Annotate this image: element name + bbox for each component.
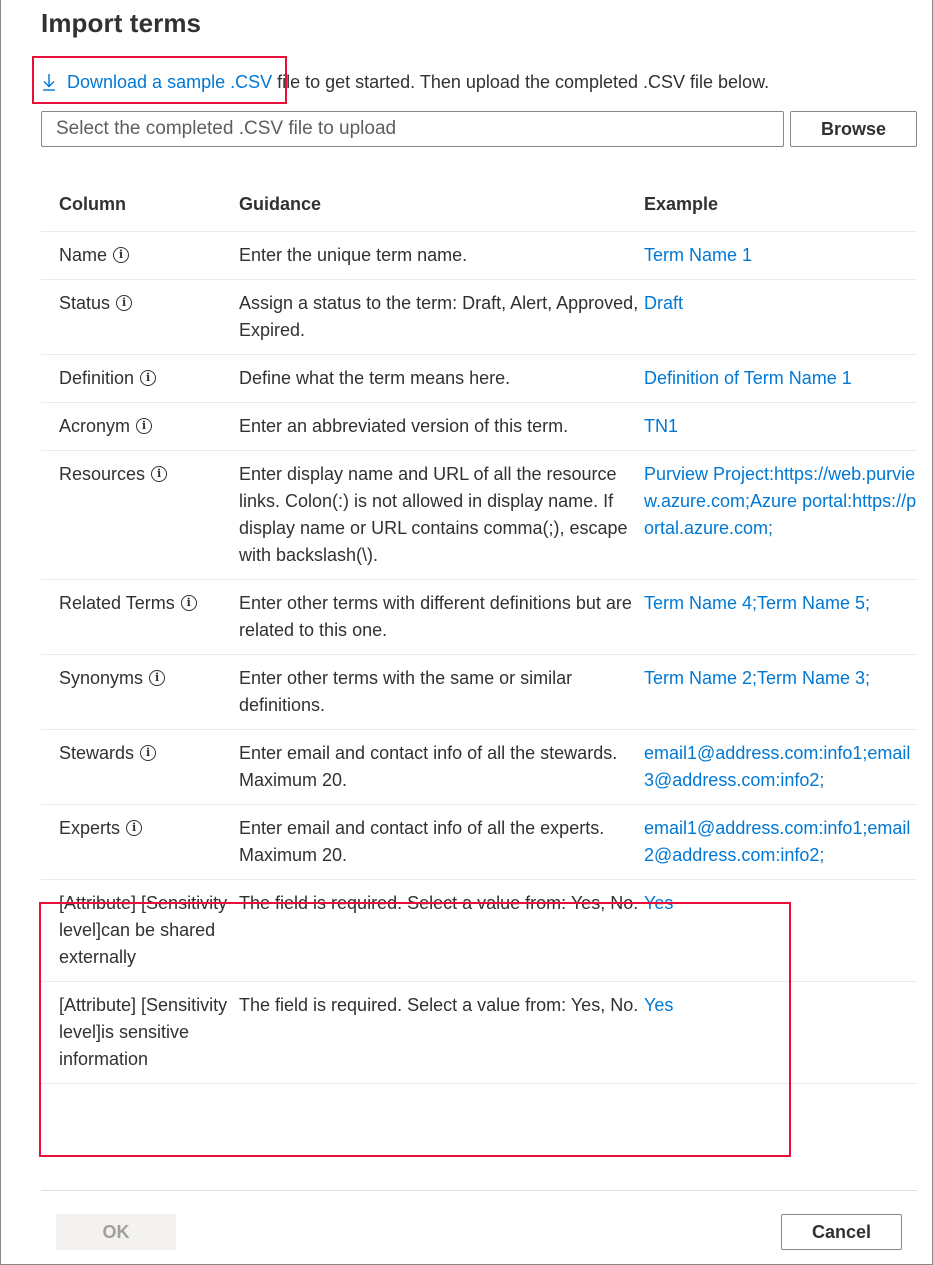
info-circle-icon[interactable]: i: [140, 370, 157, 386]
table-row: Synonyms i Enter other terms with the same…: [41, 655, 917, 730]
column-name: Related Terms: [59, 593, 175, 613]
column-name: Status: [59, 293, 111, 313]
dialog-title: Import terms: [41, 8, 202, 38]
csv-file-input[interactable]: Select the completed .CSV file to upload: [41, 111, 784, 147]
csv-file-placeholder: Select the completed .CSV file to upload: [56, 118, 397, 139]
info-circle-icon[interactable]: i: [113, 247, 130, 263]
header-example: Example: [644, 194, 719, 214]
row-column-cell: Experts i: [41, 805, 239, 879]
row-example: Term Name 1: [644, 245, 753, 265]
footer-divider: [41, 1190, 917, 1191]
row-column-cell: Status i: [41, 280, 239, 354]
table-row: Status i Assign a status to the term: Draf…: [41, 280, 917, 355]
column-name: Resources: [59, 464, 146, 484]
attributes-highlight-box: [39, 902, 791, 1157]
row-column-cell: Name i: [41, 232, 239, 279]
row-column-cell: Definition i: [41, 355, 239, 402]
info-circle-icon[interactable]: i: [151, 466, 168, 482]
row-column-cell: Acronym i: [41, 403, 239, 450]
row-guidance: Enter display name and URL of all the re…: [239, 464, 628, 565]
table-row: Related Terms i Enter other terms with dif…: [41, 580, 917, 655]
column-name: Stewards: [59, 743, 135, 763]
row-guidance: Assign a status to the term: Draft, Aler…: [239, 293, 639, 340]
download-highlight-box: [32, 56, 287, 104]
table-row: Definition i Define what the term means he…: [41, 355, 917, 403]
column-name: Acronym: [59, 416, 131, 436]
info-circle-icon[interactable]: i: [136, 418, 153, 434]
row-example: email1@address.com:info1;email3@address.…: [644, 743, 911, 790]
row-guidance: Enter an abbreviated version of this ter…: [239, 416, 569, 436]
column-name: Definition: [59, 368, 135, 388]
info-circle-icon[interactable]: i: [140, 745, 157, 761]
row-column-cell: Stewards i: [41, 730, 239, 804]
table-row: Name i Enter the unique term name. Term Nam…: [41, 232, 917, 280]
row-column-cell: Related Terms i: [41, 580, 239, 654]
row-column-cell: Synonyms i: [41, 655, 239, 729]
table-header: Column Guidance Example: [41, 178, 917, 232]
column-name: Synonyms: [59, 668, 144, 688]
table-row: Stewards i Enter email and contact info of…: [41, 730, 917, 805]
row-guidance: Enter email and contact info of all the …: [239, 743, 618, 790]
info-circle-icon[interactable]: i: [180, 595, 197, 611]
row-guidance: Define what the term means here.: [239, 368, 511, 388]
row-example: Term Name 2;Term Name 3;: [644, 668, 871, 688]
column-name: Experts: [59, 818, 121, 838]
table-row: Acronym i Enter an abbreviated version of …: [41, 403, 917, 451]
row-guidance: Enter other terms with different definit…: [239, 593, 632, 640]
table-row: Experts i Enter email and contact info of …: [41, 805, 917, 880]
cancel-button[interactable]: Cancel: [781, 1214, 902, 1250]
info-circle-icon[interactable]: i: [126, 820, 143, 836]
row-guidance: Enter other terms with the same or simil…: [239, 668, 573, 715]
row-example: email1@address.com:info1;email2@address.…: [644, 818, 911, 865]
info-circle-icon[interactable]: i: [149, 670, 166, 686]
table-row: Resources i Enter display name and URL of …: [41, 451, 917, 580]
info-circle-icon[interactable]: i: [116, 295, 133, 311]
column-name: Name: [59, 245, 108, 265]
row-guidance: Enter email and contact info of all the …: [239, 818, 605, 865]
header-column: Column: [59, 194, 126, 214]
header-guidance: Guidance: [239, 194, 322, 214]
row-example: Purview Project:https://web.purview.azur…: [644, 464, 917, 538]
browse-button[interactable]: Browse: [790, 111, 917, 147]
row-example: Definition of Term Name 1: [644, 368, 852, 388]
row-column-cell: Resources i: [41, 451, 239, 579]
row-example: TN1: [644, 416, 679, 436]
row-example: Draft: [644, 293, 684, 313]
ok-button[interactable]: OK: [56, 1214, 176, 1250]
row-guidance: Enter the unique term name.: [239, 245, 468, 265]
download-suffix-text: file to get started. Then upload the com…: [272, 72, 770, 92]
row-example: Term Name 4;Term Name 5;: [644, 593, 871, 613]
